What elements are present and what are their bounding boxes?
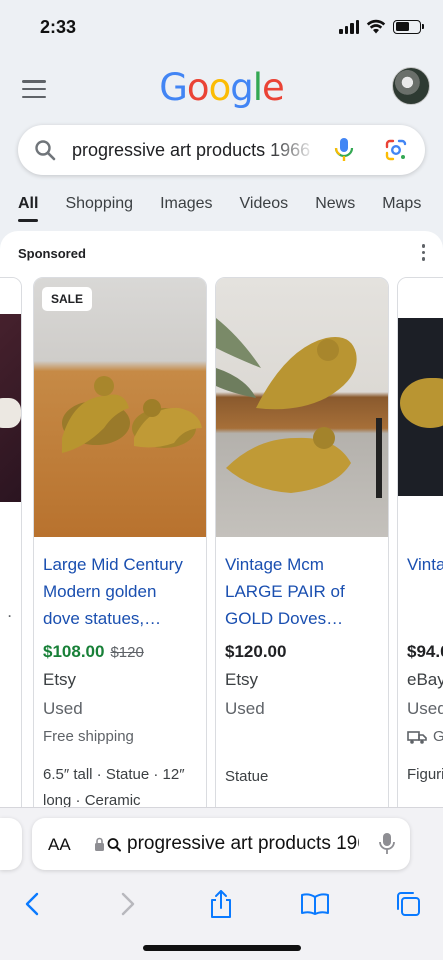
status-time: 2:33 [40,17,77,37]
shipping-info: G [407,728,443,745]
search-icon [35,140,56,161]
wifi-icon [366,19,386,34]
voice-search-icon[interactable] [333,137,355,163]
battery-icon [393,19,424,34]
tabs-button[interactable] [388,884,428,924]
dove-figurines-image [62,376,202,453]
seller-name: Etsy [225,670,259,689]
logo-letter: g [230,66,253,109]
microphone-icon[interactable] [379,832,395,856]
search-text-fade [268,135,328,165]
logo-letter: e [261,66,285,109]
original-price: $120 [110,644,144,661]
share-button[interactable] [201,884,241,924]
product-image [216,278,388,537]
google-lens-icon[interactable] [384,138,408,162]
tab-images[interactable]: Images [160,195,212,213]
product-price: $108.00 $120 [43,642,197,662]
home-indicator [143,945,301,951]
shipping-text: G [433,728,443,745]
more-options-icon[interactable] [421,244,425,261]
cellular-signal-icon [339,19,359,34]
dove-figurines-image [216,318,382,498]
product-price: $120.00 [225,642,287,661]
search-tabs: All Shopping Images Videos News Maps [18,195,443,222]
status-icons [339,19,424,34]
shipping-info: Free shipping [43,728,134,745]
chevron-right-icon [121,892,135,916]
product-price: $94.0 [407,642,443,661]
item-condition: Used [43,699,83,718]
chevron-left-icon [25,892,39,916]
google-logo[interactable]: Google [0,66,443,109]
product-card-previous[interactable]: . [0,277,22,817]
url-text[interactable]: progressive art products 1966 [127,833,359,855]
tabs-icon [397,892,420,916]
tab-shopping[interactable]: Shopping [65,195,133,213]
product-card[interactable]: Vintage Mcm LARGE PAIR of GOLD Doves… $1… [215,277,389,817]
forward-button[interactable] [108,884,148,924]
product-card[interactable]: SALE Large Mid Century Modern golden dov… [33,277,207,817]
product-card[interactable]: Vintage Gold Prog $94.0 eBay Used G Figu… [397,277,443,817]
logo-letter: o [208,66,232,109]
back-button[interactable] [12,884,52,924]
tab-news[interactable]: News [315,195,355,213]
seller-name: eBay [407,670,443,689]
share-icon [211,890,231,918]
account-avatar[interactable] [392,67,430,105]
tab-videos[interactable]: Videos [240,195,289,213]
text-size-button[interactable]: AA [48,835,71,855]
logo-letter: l [252,66,263,109]
logo-letter: G [159,66,188,109]
product-image [0,278,21,537]
product-attributes: Figuri [407,766,443,783]
product-title-link[interactable]: Large Mid Century Modern golden dove sta… [43,551,197,632]
sponsored-label: Sponsored [18,246,86,261]
product-attributes: Statue [225,768,269,785]
tab-maps[interactable]: Maps [382,195,421,213]
lock-icon [95,837,121,852]
logo-letter: o [186,66,210,109]
product-image [398,278,443,537]
search-box[interactable]: progressive art products 1966 [18,125,425,175]
sale-badge: SALE [42,287,93,311]
browser-toolbar: AA progressive art products 1966 [0,807,443,960]
address-bar[interactable]: AA progressive art products 1966 [32,818,410,870]
sale-price: $108.00 [43,642,105,661]
book-icon [301,893,329,915]
delivery-truck-icon [407,730,427,744]
product-title-link[interactable]: Vintage Mcm LARGE PAIR of GOLD Doves… [225,551,379,632]
previous-tab-peek[interactable] [0,818,22,870]
product-image: SALE [34,278,206,537]
bookmarks-button[interactable] [295,884,335,924]
results-panel: Sponsored . SALE Large Mid Century Moder… [0,231,443,831]
tab-all[interactable]: All [18,195,39,222]
status-bar: 2:33 [0,0,443,56]
item-condition: Used [225,699,265,718]
item-condition: Used [407,699,443,718]
seller-name: Etsy [43,670,77,689]
product-title-link[interactable]: Vintage Gold Prog [407,551,443,632]
browser-nav-row [0,884,443,924]
